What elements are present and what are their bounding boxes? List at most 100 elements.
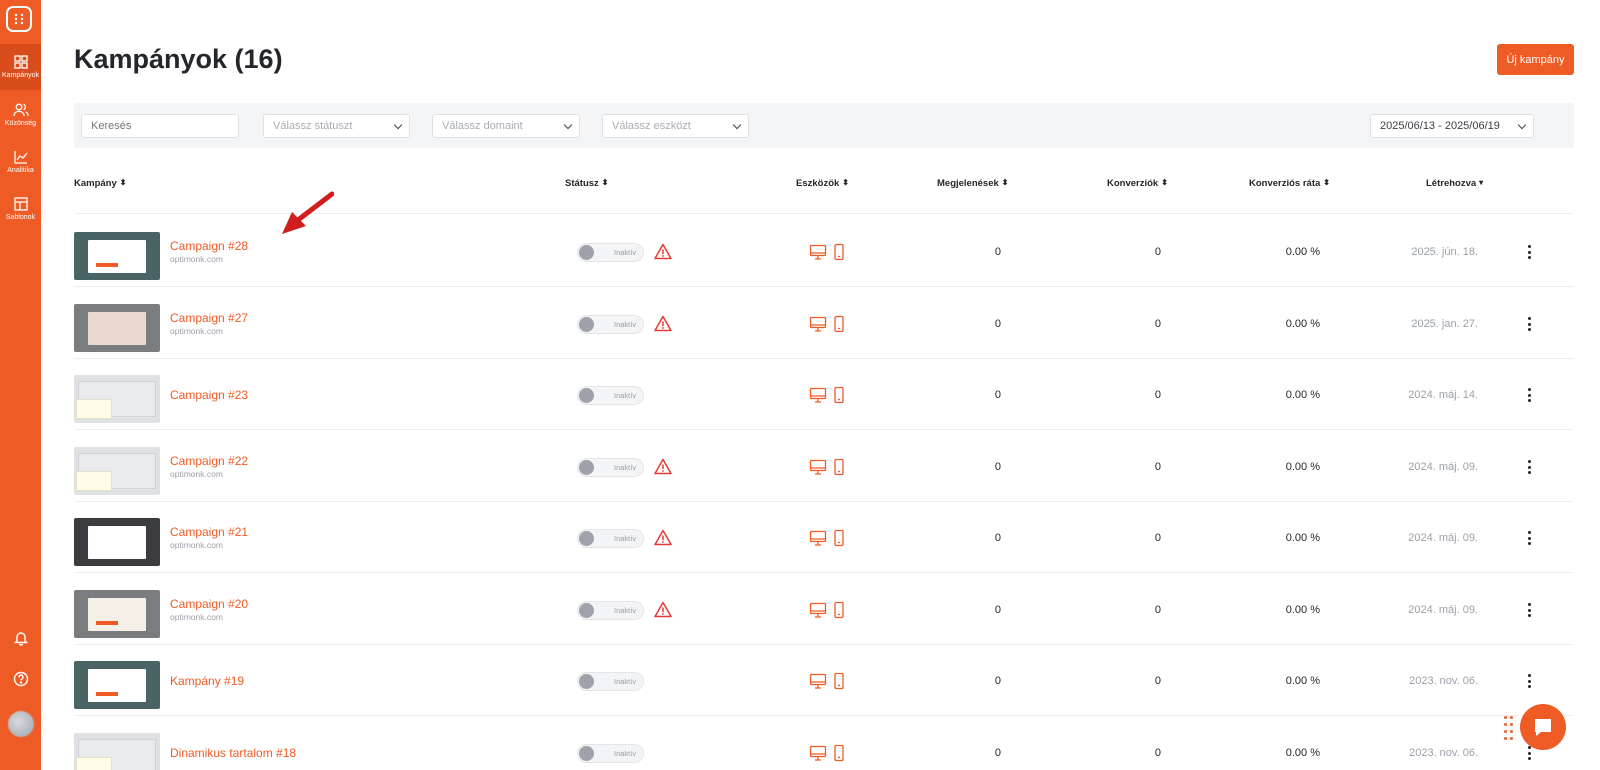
toggle-knob — [579, 460, 594, 475]
search-input[interactable] — [81, 114, 239, 138]
table-row[interactable]: Campaign #22 optimonk.com Inaktív 0 0 0.… — [74, 429, 1574, 502]
app-logo-icon[interactable] — [6, 6, 32, 32]
warning-icon[interactable] — [654, 243, 672, 260]
status-toggle[interactable]: Inaktív — [577, 243, 644, 262]
help-button[interactable] — [0, 671, 41, 687]
created-date: 2024. máj. 14. — [1408, 389, 1478, 401]
campaign-name-link[interactable]: Campaign #28 — [170, 239, 248, 253]
date-range-picker[interactable]: 2025/06/13 - 2025/06/19 — [1370, 114, 1534, 138]
campaign-domain: optimonk.com — [170, 254, 223, 264]
status-select[interactable]: Válassz státuszt — [263, 114, 410, 138]
column-header-campaign[interactable]: Kampány ⬍ — [74, 178, 126, 189]
row-actions-menu-icon[interactable] — [1522, 528, 1536, 548]
column-label: Konverziók — [1107, 178, 1159, 189]
status-toggle[interactable]: Inaktív — [577, 386, 644, 405]
campaign-thumbnail[interactable] — [74, 518, 160, 566]
conversions-value: 0 — [1154, 389, 1161, 401]
campaign-thumbnail[interactable] — [74, 733, 160, 770]
column-header-created[interactable]: Létrehozva ▾ — [1426, 178, 1483, 189]
campaign-thumbnail[interactable] — [74, 661, 160, 709]
notifications-button[interactable] — [0, 630, 41, 646]
conversions-value: 0 — [1154, 318, 1161, 330]
toggle-knob — [579, 531, 594, 546]
status-toggle[interactable]: Inaktív — [577, 744, 644, 763]
chevron-down-icon — [393, 120, 403, 129]
sidebar-item-label: Analitika — [7, 167, 34, 174]
impressions-value: 0 — [994, 675, 1001, 687]
warning-icon[interactable] — [654, 601, 672, 618]
row-actions-menu-icon[interactable] — [1522, 600, 1536, 620]
new-campaign-button[interactable]: Új kampány — [1497, 44, 1574, 75]
status-toggle[interactable]: Inaktív — [577, 529, 644, 548]
campaign-thumbnail[interactable] — [74, 304, 160, 352]
sidebar-item-templates[interactable]: Sablonok — [0, 186, 41, 232]
mobile-icon — [834, 529, 844, 547]
table-row[interactable]: Campaign #23 Inaktív 0 0 0.00 % 2024. má… — [74, 357, 1574, 430]
campaign-name-link[interactable]: Campaign #23 — [170, 388, 248, 402]
column-header-conversions[interactable]: Konverziók ⬍ — [1107, 178, 1168, 189]
domain-select[interactable]: Válassz domaint — [432, 114, 580, 138]
user-menu[interactable] — [0, 711, 41, 737]
desktop-icon — [809, 316, 827, 332]
warning-icon[interactable] — [654, 458, 672, 475]
campaign-thumbnail[interactable] — [74, 232, 160, 280]
toggle-knob — [579, 245, 594, 260]
row-actions-menu-icon[interactable] — [1522, 385, 1536, 405]
campaign-name-link[interactable]: Campaign #27 — [170, 311, 248, 325]
created-date: 2025. jún. 18. — [1411, 246, 1478, 258]
chat-button[interactable] — [1520, 704, 1566, 750]
sidebar-item-analytics[interactable]: Analitika — [0, 139, 41, 185]
campaign-thumbnail[interactable] — [74, 590, 160, 638]
impressions-value: 0 — [994, 461, 1001, 473]
row-actions-menu-icon[interactable] — [1522, 457, 1536, 477]
column-header-devices[interactable]: Eszközök ⬍ — [796, 178, 849, 189]
table-row[interactable]: Campaign #27 optimonk.com Inaktív 0 0 0.… — [74, 286, 1574, 359]
impressions-value: 0 — [994, 389, 1001, 401]
status-label: Inaktív — [614, 320, 637, 329]
chevron-down-icon — [563, 120, 573, 129]
created-date: 2025. jan. 27. — [1411, 318, 1478, 330]
main-content: Kampányok (16) Új kampány Válassz státus… — [41, 0, 1600, 770]
row-actions-menu-icon[interactable] — [1522, 671, 1536, 691]
column-label: Státusz — [565, 178, 599, 189]
column-header-impressions[interactable]: Megjelenések ⬍ — [937, 178, 1009, 189]
campaign-name-link[interactable]: Campaign #20 — [170, 597, 248, 611]
row-actions-menu-icon[interactable] — [1522, 242, 1536, 262]
table-row[interactable]: Campaign #21 optimonk.com Inaktív 0 0 0.… — [74, 500, 1574, 573]
drag-handle-icon[interactable] — [1504, 716, 1513, 742]
table-row[interactable]: Dinamikus tartalom #18 Inaktív 0 0 0.00 … — [74, 715, 1574, 770]
column-header-status[interactable]: Státusz ⬍ — [565, 178, 609, 189]
column-label: Létrehozva — [1426, 178, 1477, 189]
status-toggle[interactable]: Inaktív — [577, 672, 644, 691]
toggle-knob — [579, 674, 594, 689]
chart-line-icon — [13, 151, 28, 164]
campaign-name-link[interactable]: Campaign #22 — [170, 454, 248, 468]
warning-icon[interactable] — [654, 529, 672, 546]
sidebar-item-audience[interactable]: Közönség — [0, 92, 41, 138]
sidebar-item-campaigns[interactable]: Kampányok — [0, 44, 41, 90]
warning-icon[interactable] — [654, 315, 672, 332]
column-label: Konverziós ráta — [1249, 178, 1321, 189]
row-actions-menu-icon[interactable] — [1522, 314, 1536, 334]
help-icon — [13, 671, 28, 687]
column-header-conversion-rate[interactable]: Konverziós ráta ⬍ — [1249, 178, 1330, 189]
conversion-rate-value: 0.00 % — [1285, 246, 1320, 258]
table-row[interactable]: Campaign #20 optimonk.com Inaktív 0 0 0.… — [74, 572, 1574, 645]
device-select[interactable]: Válassz eszközt — [602, 114, 749, 138]
status-toggle[interactable]: Inaktív — [577, 315, 644, 334]
table-row[interactable]: Kampány #19 Inaktív 0 0 0.00 % 2023. nov… — [74, 643, 1574, 716]
status-toggle[interactable]: Inaktív — [577, 601, 644, 620]
campaign-name-link[interactable]: Campaign #21 — [170, 525, 248, 539]
impressions-value: 0 — [994, 604, 1001, 616]
conversion-rate-value: 0.00 % — [1285, 389, 1320, 401]
status-toggle[interactable]: Inaktív — [577, 458, 644, 477]
conversions-value: 0 — [1154, 747, 1161, 759]
toggle-knob — [579, 388, 594, 403]
status-label: Inaktív — [614, 749, 637, 758]
campaign-thumbnail[interactable] — [74, 375, 160, 423]
status-label: Inaktív — [614, 677, 637, 686]
campaign-name-link[interactable]: Dinamikus tartalom #18 — [170, 746, 296, 760]
sidebar-item-label: Sablonok — [5, 214, 36, 221]
campaign-thumbnail[interactable] — [74, 447, 160, 495]
campaign-name-link[interactable]: Kampány #19 — [170, 674, 244, 688]
